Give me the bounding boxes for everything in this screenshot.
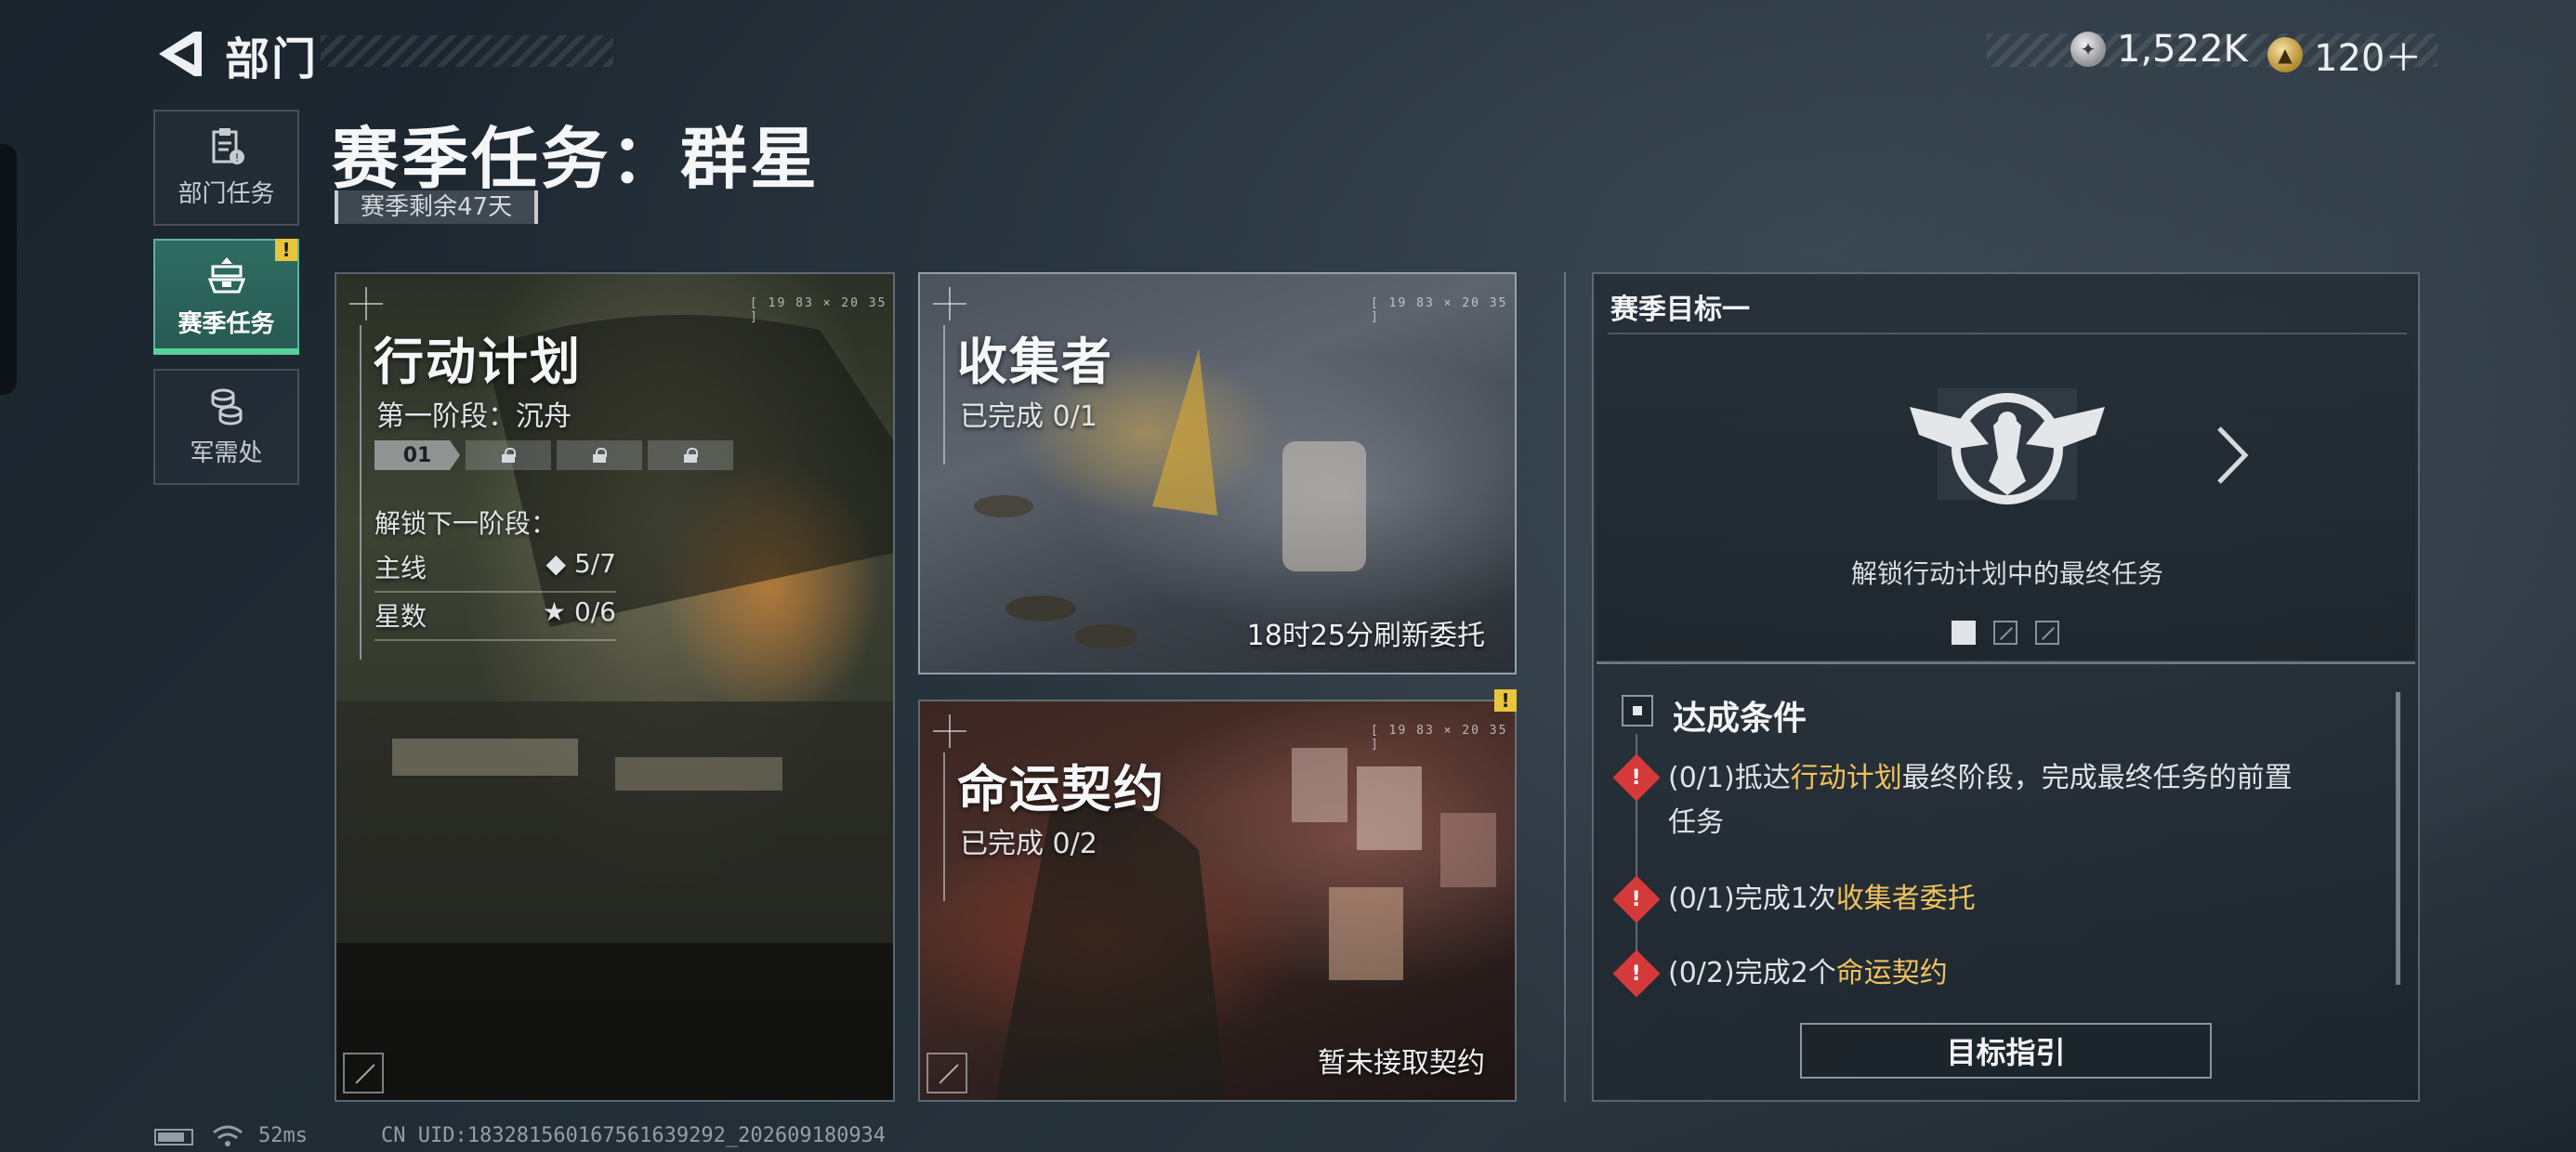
section-title: 部门 <box>225 33 319 85</box>
screen-edge <box>0 144 17 395</box>
panel-section-divider <box>1597 661 2415 664</box>
requirement-value-wrap: ◆ 5/7 <box>545 548 616 585</box>
back-button[interactable] <box>153 28 209 80</box>
sidebar-item-department-tasks[interactable]: ! 部门任务 <box>153 110 299 226</box>
action-plan-card[interactable]: [ 19 83 × 20 35 ] 行动计划 第一阶段：沉舟 <box>335 272 895 1102</box>
season-goal-header-divider <box>1608 333 2407 334</box>
crosshair-decoration <box>349 287 383 321</box>
season-goal-header: 赛季目标一 <box>1610 294 1750 326</box>
season-tasks-alert-badge: ! <box>275 239 297 261</box>
unlock-next-stage-label: 解锁下一阶段： <box>375 508 558 539</box>
gold-coin-icon: ▲ <box>2267 37 2303 72</box>
lock-icon <box>502 448 516 463</box>
condition-item: (0/2)完成2个命运契约 <box>1668 951 2384 996</box>
panel-divider <box>1564 272 1566 1102</box>
requirement-stars: 星数 ★ 0/6 <box>375 596 616 641</box>
fate-contract-progress: 已完成 0/2 <box>960 828 1097 860</box>
lock-icon <box>593 448 607 463</box>
condition-item: (0/1)完成1次收集者委托 <box>1668 877 2384 922</box>
season-remaining-badge: 赛季剩余47天 <box>335 190 539 224</box>
ping-readout: 52ms <box>258 1124 308 1147</box>
requirement-value-wrap: ★ 0/6 <box>543 596 616 634</box>
coins-stack-icon <box>211 388 242 425</box>
silver-coin-icon: ✦ <box>2070 32 2106 67</box>
condition-text: (0/1)抵达 <box>1668 762 1791 794</box>
crosshair-decoration <box>933 714 966 748</box>
fate-contract-card[interactable]: [ 19 83 × 20 35 ] 命运契约 已完成 0/2 暂未接取契约 <box>918 700 1517 1102</box>
condition-text: (0/2)完成2个 <box>1668 957 1836 989</box>
svg-text:!: ! <box>234 151 239 164</box>
expand-icon <box>927 1053 967 1093</box>
stage-locked <box>648 440 733 470</box>
conditions-checkbox-icon <box>1622 695 1653 727</box>
goal-page-indicator-2[interactable] <box>1993 621 2017 645</box>
conditions-scrollbar[interactable] <box>2396 692 2400 985</box>
condition-highlight: 收集者委托 <box>1835 883 1976 915</box>
fate-contract-title: 命运契约 <box>957 760 1165 818</box>
card-corner-code: [ 19 83 × 20 35 ] <box>1371 724 1508 752</box>
sidebar-item-label: 部门任务 <box>177 180 275 208</box>
sidebar-item-label: 军需处 <box>190 439 263 467</box>
requirement-label: 主线 <box>375 553 427 583</box>
star-icon: ★ <box>542 596 567 627</box>
condition-highlight: 命运契约 <box>1835 957 1948 989</box>
lock-icon <box>684 448 698 463</box>
collector-title: 收集者 <box>957 333 1113 391</box>
silver-currency-value: 1,522K <box>2117 28 2248 71</box>
wifi-icon <box>213 1125 243 1146</box>
condition-text: 最终阶段，完成最终任务的前置 <box>1901 762 2293 794</box>
stage-progress: 01 <box>375 440 733 470</box>
back-arrow-icon <box>159 32 202 76</box>
sidebar-item-label: 赛季任务 <box>177 310 275 338</box>
condition-item: (0/1)抵达行动计划最终阶段，完成最终任务的前置任务 <box>1668 756 2384 845</box>
stage-current: 01 <box>375 440 460 470</box>
stage-locked <box>557 440 642 470</box>
card-guide-line <box>360 325 361 660</box>
card-corner-code: [ 19 83 × 20 35 ] <box>1371 296 1508 324</box>
diamond-icon: ◆ <box>545 548 567 579</box>
goal-page-indicator-3[interactable] <box>2035 621 2059 645</box>
fate-contract-alert-badge: ! <box>1494 689 1517 712</box>
goal-guide-button[interactable]: 目标指引 <box>1800 1023 2212 1079</box>
silver-currency[interactable]: ✦ 1,522K <box>2070 28 2248 71</box>
clipboard-icon: ! <box>212 128 244 164</box>
title-hatch-decoration <box>321 35 613 67</box>
action-plan-title: 行动计划 <box>374 333 582 391</box>
card-corner-code: [ 19 83 × 20 35 ] <box>750 296 887 324</box>
requirement-label: 星数 <box>375 601 427 632</box>
collector-progress: 已完成 0/1 <box>960 400 1097 433</box>
chevron-right-icon <box>2217 426 2249 484</box>
collector-refresh-timer: 18时25分刷新委托 <box>1246 620 1485 652</box>
requirement-value: 0/6 <box>573 596 616 627</box>
condition-text: 任务 <box>1668 806 1724 839</box>
condition-text: (0/1)完成1次 <box>1668 883 1836 915</box>
season-emblem-icon <box>207 257 245 294</box>
crosshair-decoration <box>933 287 966 321</box>
expand-icon <box>343 1053 384 1093</box>
page-title: 赛季任务：群星 <box>332 120 821 198</box>
stage-locked <box>466 440 551 470</box>
card-guide-line <box>943 753 945 901</box>
collector-card[interactable]: [ 19 83 × 20 35 ] 收集者 已完成 0/1 18时25分刷新委托 <box>918 272 1517 674</box>
user-uid: CN UID:18328156016756163929​2_2026091809… <box>381 1124 887 1147</box>
active-tab-underline <box>153 348 299 354</box>
next-goal-button[interactable] <box>2212 423 2253 488</box>
requirement-value: 5/7 <box>573 548 616 579</box>
sidebar-item-quartermaster[interactable]: 军需处 <box>153 369 299 485</box>
card-guide-line <box>943 325 945 465</box>
fate-contract-status: 暂未接取契约 <box>1318 1047 1485 1080</box>
requirement-main-line: 主线 ◆ 5/7 <box>375 548 616 593</box>
gold-currency[interactable]: ▲ 120＋ <box>2267 28 2422 82</box>
eagle-emblem-icon <box>1910 388 2105 504</box>
goal-page-indicator-1[interactable] <box>1952 621 1976 645</box>
battery-icon <box>154 1129 193 1145</box>
action-plan-stage: 第一阶段：沉舟 <box>376 400 572 433</box>
conditions-title: 达成条件 <box>1673 700 1807 738</box>
condition-highlight: 行动计划 <box>1790 762 1902 794</box>
gold-currency-value: 120＋ <box>2314 37 2423 80</box>
season-goal-description: 解锁行动计划中的最终任务 <box>1850 558 2163 589</box>
